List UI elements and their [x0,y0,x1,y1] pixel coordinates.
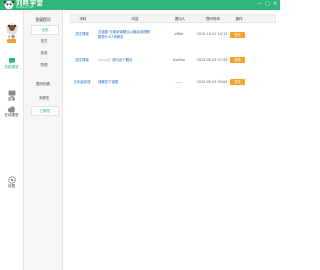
gear-icon [7,176,16,184]
title-bar: 刘咚学堂 liudong.com — □ ✕ [0,0,280,10]
cell-content[interactable]: Sungl@ 请问这个题目 [98,58,168,63]
cell-asker: pfifer [174,32,184,36]
header-content: 内容 [131,17,139,21]
left-nav: 小鹿 答疑课堂 直播 在线课堂 设置 [0,10,24,270]
nav-label-qa: 答疑课堂 [4,65,19,69]
view-button[interactable]: 查看 [230,32,245,38]
minimize-icon[interactable]: — [257,1,262,7]
content-line: 题是什么?请解答 [98,35,124,39]
cell-time: 2015-09-23 03:00 [196,80,228,84]
tv-icon [8,90,15,97]
table-row: 语文课程 这道题 长篇阅读题目以篇阅读理解 题是什么?请解答 pfifer 20… [70,26,276,48]
cloud-icon [7,106,15,113]
maximize-icon[interactable]: □ [265,1,270,7]
header-time: 提问时间 [206,17,220,21]
header-action: 操作 [235,17,243,21]
mascot-logo-icon [3,0,15,10]
cell-content[interactable]: 这道题 长篇阅读题目以篇阅读理解 题是什么?请解答 [98,30,168,40]
view-button[interactable]: 查看 [230,79,245,85]
filter-answered[interactable]: 已解答 [31,106,59,116]
subnav-title: 答疑提问 [35,17,51,22]
user-name: 小鹿 [8,35,15,39]
nav-label-live: 直播 [8,97,15,101]
user-badge-icon [7,39,16,43]
table-row: 五年级英语 请解答下道题 ------ 2015-09-23 03:00 查看 [70,70,276,92]
subnav-section-question-list: 提问列表 [36,82,50,86]
nav-label-settings: 设置 [8,184,15,188]
subnav-item-english[interactable]: 英语 [31,49,57,57]
table-header: 学科 内容 提问人 提问时间 操作 [70,14,276,23]
cell-content[interactable]: 请解答下道题 [98,80,168,85]
subnav-item-physics[interactable]: 物理 [31,61,57,69]
subnav-item-all[interactable]: 全部 [31,25,59,35]
cell-subject[interactable]: 语文课程 [70,58,94,63]
header-asker: 提问人 [174,17,186,21]
close-icon[interactable]: ✕ [273,1,277,7]
brand-url: liudong.com [16,5,35,9]
avatar [5,23,18,35]
content-line: 请问这个题目 [112,58,133,62]
content-line: 请解答下道题 [98,80,119,84]
header-subject: 学科 [79,17,87,21]
filter-unanswered[interactable]: 未解答 [31,94,57,102]
user-profile[interactable]: 小鹿 [0,23,23,43]
cell-asker: ------ [175,80,183,84]
nav-item-live[interactable]: 直播 [0,89,23,101]
sub-nav: 答疑提问 全部 语文 英语 物理 提问列表 未解答 已解答 [24,10,63,270]
cell-asker: Sunlike [172,58,186,62]
cell-subject[interactable]: 五年级英语 [70,80,94,85]
cell-subject[interactable]: 语文课程 [70,32,94,37]
view-button[interactable]: 查看 [230,57,245,63]
nav-item-settings[interactable]: 设置 [0,176,23,188]
nav-item-online-class[interactable]: 在线课堂 [0,106,23,117]
table-row: 语文课程 Sungl@ 请问这个题目 Sunlike 2015-09-23 07… [70,48,276,70]
chat-icon [8,58,15,64]
nav-label-online-class: 在线课堂 [4,113,19,117]
subnav-item-chinese[interactable]: 语文 [31,37,57,45]
cell-time: 2015-10-01 14:12 [196,32,228,36]
cell-time: 2015-09-23 07:00 [196,58,228,62]
nav-item-qa[interactable]: 答疑课堂 [0,57,23,69]
content-faded-text: Sungl@ [98,58,111,62]
